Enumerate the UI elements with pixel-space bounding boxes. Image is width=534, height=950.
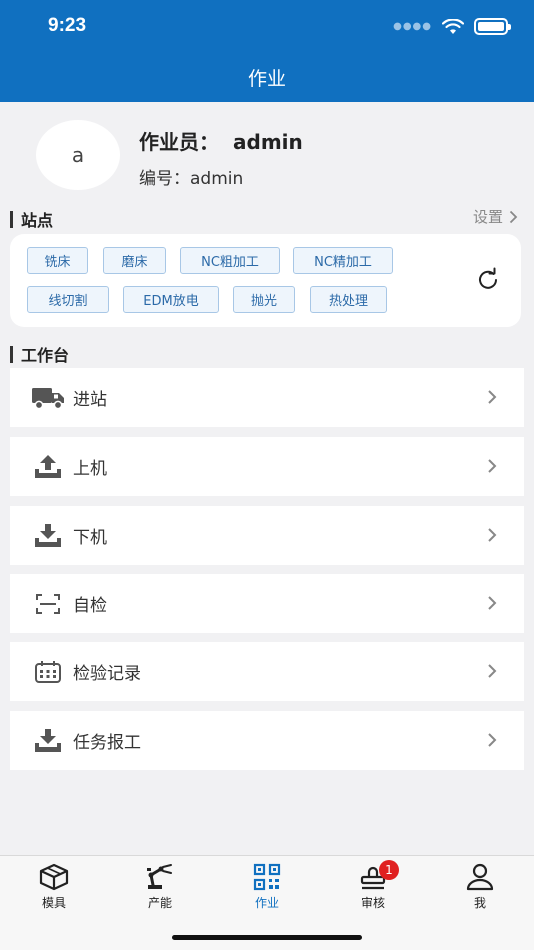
operator-value: admin	[233, 130, 303, 154]
tab-work[interactable]: 作业	[237, 862, 297, 911]
stations-header: 站点	[10, 207, 53, 231]
page-title: 作业	[247, 68, 286, 90]
chevron-right-icon	[488, 390, 497, 404]
section-marker	[10, 210, 13, 228]
status-time: 9:23	[48, 15, 87, 36]
station-tag[interactable]: NC粗加工	[180, 247, 280, 274]
cube-icon	[24, 862, 84, 892]
tab-label: 模具	[41, 896, 66, 910]
id-value: admin	[190, 169, 244, 189]
workbench-title: 工作台	[21, 346, 70, 365]
workbench-item-label: 自检	[73, 596, 107, 616]
signal-icon: ●●●●	[393, 21, 432, 32]
id-line: 编号：admin	[139, 164, 243, 189]
station-tag[interactable]: 线切割	[27, 286, 109, 313]
workbench-header: 工作台	[10, 342, 69, 366]
workbench-item-load[interactable]: 上机	[10, 437, 524, 496]
chevron-right-icon	[509, 210, 518, 223]
qrcode-icon	[237, 862, 297, 892]
scan-icon	[31, 589, 65, 619]
station-tag[interactable]: EDM放电	[123, 286, 219, 313]
truck-icon	[31, 383, 65, 413]
wifi-icon	[442, 18, 464, 34]
tab-label: 作业	[254, 896, 279, 910]
station-card: 铣床 磨床 NC粗加工 NC精加工 线切割 EDM放电 抛光 热处理	[10, 234, 521, 327]
chevron-right-icon	[488, 596, 497, 610]
workbench-item-task-report[interactable]: 任务报工	[10, 711, 524, 770]
workbench-item-selfcheck[interactable]: 自检	[10, 574, 524, 633]
settings-label: 设置	[472, 208, 503, 226]
chevron-right-icon	[488, 664, 497, 678]
operator-label: 作业员：	[139, 130, 219, 154]
workbench-item-unload[interactable]: 下机	[10, 506, 524, 565]
station-tag[interactable]: 磨床	[103, 247, 166, 274]
workbench-item-label: 检验记录	[73, 664, 141, 684]
chevron-right-icon	[488, 459, 497, 473]
refresh-icon[interactable]	[475, 267, 501, 293]
tab-label: 产能	[147, 896, 172, 910]
id-label: 编号：	[139, 169, 190, 189]
station-tag[interactable]: 热处理	[310, 286, 387, 313]
upload-icon	[31, 452, 65, 482]
battery-icon	[474, 18, 511, 35]
tab-molds[interactable]: 模具	[24, 862, 84, 911]
download-icon	[31, 521, 65, 551]
workbench-item-label: 上机	[73, 459, 107, 479]
status-icons: ●●●●	[393, 18, 511, 35]
stations-title: 站点	[21, 211, 54, 230]
notification-badge: 1	[379, 860, 399, 880]
chevron-right-icon	[488, 528, 497, 542]
tab-review[interactable]: 审核 1	[343, 860, 403, 911]
workbench-item-checkin[interactable]: 进站	[10, 368, 524, 427]
workbench-item-inspection-records[interactable]: 检验记录	[10, 642, 524, 701]
settings-link[interactable]: 设置	[473, 206, 518, 227]
tab-me[interactable]: 我	[450, 862, 510, 911]
workbench-item-label: 下机	[73, 528, 107, 548]
station-tag[interactable]: NC精加工	[293, 247, 393, 274]
download-tray-icon	[31, 726, 65, 756]
chevron-right-icon	[488, 733, 497, 747]
tab-capacity[interactable]: 产能	[130, 862, 190, 911]
workbench-item-label: 进站	[73, 390, 107, 410]
home-indicator	[172, 935, 362, 940]
calendar-icon	[31, 657, 65, 687]
station-tag[interactable]: 抛光	[233, 286, 295, 313]
avatar[interactable]: a	[36, 120, 120, 190]
tab-label: 我	[473, 896, 486, 910]
operator-line: 作业员： admin	[139, 126, 303, 155]
tab-label: 审核	[360, 896, 385, 910]
station-tag[interactable]: 铣床	[27, 247, 88, 274]
workbench-item-label: 任务报工	[73, 733, 141, 753]
profile-section: a 作业员： admin 编号：admin	[0, 102, 534, 198]
section-marker	[10, 345, 13, 363]
user-icon	[450, 862, 510, 892]
robot-arm-icon	[130, 862, 190, 892]
top-bar: 9:23 ●●●● 作业	[0, 0, 534, 102]
